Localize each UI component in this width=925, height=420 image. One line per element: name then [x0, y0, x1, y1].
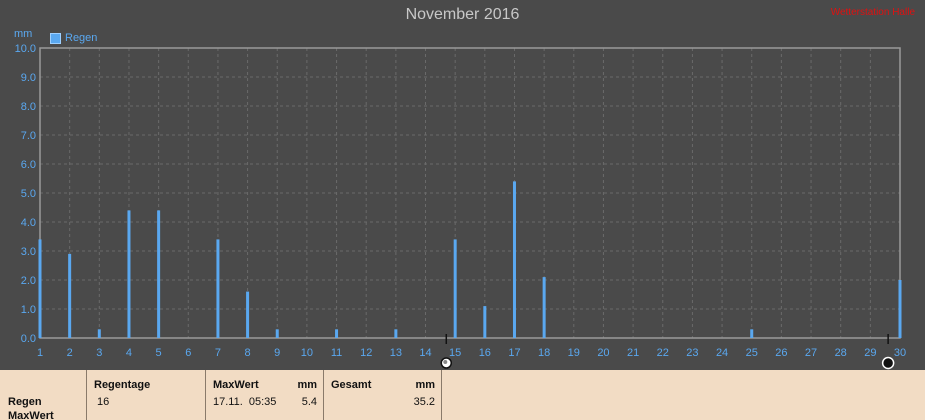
max-date: 17.11. 05:35	[213, 396, 277, 408]
rain-bar	[512, 181, 516, 338]
total-header: Gesamt	[331, 379, 372, 391]
rain-bar	[157, 210, 161, 338]
rain-bar	[68, 253, 72, 338]
x-tick-label: 9	[274, 347, 280, 359]
full-moon-crater	[443, 360, 448, 364]
y-tick-label: 0.0	[21, 333, 36, 345]
rain-bar	[898, 280, 902, 338]
total-value: 35.2	[413, 396, 435, 408]
stats-empty-area	[442, 370, 925, 420]
chart-area: 0.0 1.0 2.0 3.0 4.0 5.0 6.0 7.0 8.0 9.0 10.0 1 2 3 4 5 6…	[0, 0, 925, 370]
x-tick-label: 13	[390, 347, 402, 359]
rain-bar	[542, 277, 546, 338]
y-tick-label: 9.0	[21, 72, 36, 84]
max-value: 5.4	[301, 396, 317, 408]
chart-title: November 2016	[405, 6, 520, 23]
days-header: Regentage	[94, 379, 151, 391]
days-value: 16	[97, 396, 110, 408]
x-tick-label: 28	[835, 347, 847, 359]
rain-bar	[275, 329, 279, 338]
x-tick-label: 21	[627, 347, 639, 359]
x-tick-label: 12	[360, 347, 372, 359]
stats-label-column: Regen MaxWert	[0, 370, 87, 420]
y-tick-label: 3.0	[21, 246, 36, 258]
x-tick-label: 6	[185, 347, 191, 359]
legend: Regen	[50, 32, 97, 44]
x-tick-label: 30	[894, 347, 906, 359]
x-tick-label: 26	[775, 347, 787, 359]
x-tick-label: 7	[215, 347, 221, 359]
y-tick-label: 5.0	[21, 188, 36, 200]
y-tick-label: 6.0	[21, 159, 36, 171]
rain-chart: 0.01.02.03.04.05.06.07.08.09.010.01 2 3 4 5 6…	[15, 43, 906, 370]
x-tick-label: 10	[301, 347, 313, 359]
x-tick-label: 11	[331, 347, 342, 359]
stats-total-column: Gesamt mm 35.2	[324, 370, 442, 420]
rain-bar	[394, 329, 398, 338]
x-tick-label: 17	[508, 347, 520, 359]
max-unit: mm	[297, 379, 317, 391]
y-tick-label: 7.0	[21, 130, 36, 142]
stats-max-column: MaxWert mm 17.11. 05:35 5.4	[206, 370, 324, 420]
rain-bar	[483, 306, 487, 338]
stats-row-label-rain: Regen	[8, 396, 42, 408]
watermark: Wetterstation Halle	[830, 7, 915, 18]
x-tick-label: 25	[746, 347, 758, 359]
rain-bar	[335, 329, 339, 338]
x-tick-label: 22	[657, 347, 669, 359]
y-tick-label: 10.0	[15, 43, 36, 55]
x-tick-label: 3	[96, 347, 102, 359]
x-tick-label: 4	[126, 347, 132, 359]
legend-swatch	[50, 32, 61, 44]
x-tick-label: 29	[864, 347, 876, 359]
rain-bar	[246, 291, 250, 338]
rain-bar	[38, 239, 42, 338]
x-tick-label: 18	[538, 347, 550, 359]
x-tick-label: 1	[37, 347, 43, 359]
y-tick-label: 2.0	[21, 275, 36, 287]
x-tick-label: 2	[67, 347, 73, 359]
rain-bar	[453, 239, 457, 338]
rain-bar	[127, 210, 131, 338]
y-tick-label: 1.0	[21, 304, 36, 316]
rain-bar	[216, 239, 220, 338]
legend-label: Regen	[65, 32, 98, 44]
y-tick-label: 4.0	[21, 217, 36, 229]
rain-bar	[750, 329, 754, 338]
x-tick-label: 8	[245, 347, 251, 359]
x-tick-label: 14	[419, 347, 431, 359]
x-tick-label: 19	[568, 347, 580, 359]
x-tick-label: 24	[716, 347, 728, 359]
x-tick-label: 20	[597, 347, 609, 359]
y-tick-label: 8.0	[21, 101, 36, 113]
x-tick-label: 27	[805, 347, 817, 359]
y-axis-unit: mm	[14, 28, 33, 40]
new-moon-icon	[881, 356, 895, 370]
rain-bar	[97, 329, 101, 338]
x-tick-label: 16	[479, 347, 491, 359]
total-unit: mm	[415, 379, 435, 391]
x-tick-label: 15	[449, 347, 461, 359]
max-header: MaxWert	[213, 379, 259, 391]
x-tick-label: 5	[156, 347, 162, 359]
x-tick-label: 23	[686, 347, 698, 359]
stats-row-label-max: MaxWert	[8, 410, 54, 420]
stats-table: Regen MaxWert Regentage 16 MaxWert mm 17…	[0, 370, 925, 420]
stats-days-column: Regentage 16	[87, 370, 206, 420]
